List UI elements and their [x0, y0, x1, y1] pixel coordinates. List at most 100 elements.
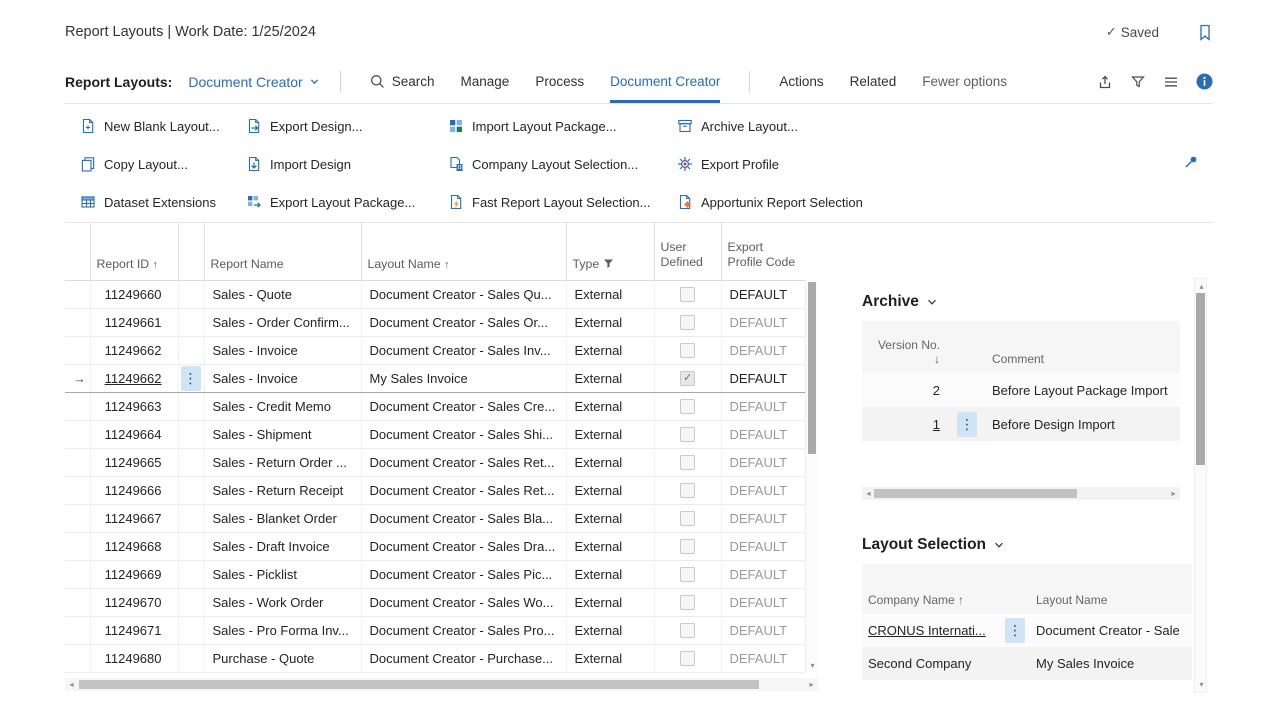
- archive-col-version[interactable]: Version No. ↓: [862, 338, 948, 366]
- table-row[interactable]: → 11249666 ⋮ Sales - Return Receipt Docu…: [65, 476, 805, 504]
- export-profile-code-cell[interactable]: DEFAULT: [721, 280, 805, 308]
- archive-row[interactable]: 2 ⋮ Before Layout Package Import: [862, 373, 1180, 407]
- menu-process[interactable]: Process: [535, 60, 584, 103]
- table-row[interactable]: → 11249669 ⋮ Sales - Picklist Document C…: [65, 560, 805, 588]
- list-view-icon[interactable]: [1163, 74, 1179, 90]
- menu-related[interactable]: Related: [850, 60, 897, 103]
- bookmark-icon[interactable]: [1197, 24, 1213, 41]
- layout-name-cell[interactable]: Document Creator - Sales Pic...: [361, 560, 566, 588]
- user-defined-checkbox[interactable]: ✓: [680, 595, 695, 610]
- view-selector[interactable]: Document Creator: [188, 74, 319, 90]
- report-id-cell[interactable]: 11249668: [90, 532, 178, 560]
- user-defined-checkbox[interactable]: ✓: [680, 567, 695, 582]
- report-id-cell[interactable]: 11249665: [90, 448, 178, 476]
- report-name-cell[interactable]: Sales - Credit Memo: [204, 392, 361, 420]
- layout-selection-section-heading[interactable]: Layout Selection: [862, 536, 1005, 554]
- search-button[interactable]: Search: [370, 60, 435, 103]
- col-user-defined[interactable]: User Defined: [654, 223, 721, 280]
- user-defined-cell[interactable]: ✓: [654, 420, 721, 448]
- layout-name-cell[interactable]: Document Creator - Sales Shi...: [361, 420, 566, 448]
- version-cell[interactable]: 2: [862, 383, 948, 398]
- report-name-cell[interactable]: Sales - Invoice: [204, 364, 361, 392]
- report-name-cell[interactable]: Sales - Blanket Order: [204, 504, 361, 532]
- share-icon[interactable]: [1097, 74, 1113, 90]
- company-name-cell[interactable]: CRONUS Internati...: [862, 623, 1000, 638]
- scroll-down-icon[interactable]: ▾: [806, 659, 819, 672]
- scrollbar-thumb[interactable]: [1196, 293, 1205, 465]
- scrollbar-thumb[interactable]: [79, 680, 759, 689]
- export-profile-code-cell[interactable]: DEFAULT: [721, 364, 805, 392]
- comment-cell[interactable]: Before Layout Package Import: [986, 383, 1180, 398]
- type-cell[interactable]: External: [566, 476, 654, 504]
- main-horizontal-scrollbar[interactable]: ◂ ▸: [65, 678, 818, 691]
- archive-layout-button[interactable]: Archive Layout...: [677, 117, 1213, 135]
- filter-icon[interactable]: [1130, 74, 1146, 90]
- export-profile-button[interactable]: Export Profile: [677, 155, 1213, 173]
- layout-name-cell[interactable]: Document Creator - Sales Cre...: [361, 392, 566, 420]
- layout-selection-col-layout[interactable]: Layout Name: [1030, 593, 1192, 607]
- export-profile-code-cell[interactable]: DEFAULT: [721, 560, 805, 588]
- fast-report-layout-selection-button[interactable]: Fast Report Layout Selection...: [448, 193, 677, 211]
- export-profile-code-cell[interactable]: DEFAULT: [721, 476, 805, 504]
- copy-layout-button[interactable]: Copy Layout...: [80, 155, 246, 173]
- report-name-cell[interactable]: Sales - Pro Forma Inv...: [204, 616, 361, 644]
- type-filter-icon[interactable]: [603, 258, 614, 269]
- dataset-extensions-button[interactable]: Dataset Extensions: [80, 193, 246, 211]
- report-id-cell[interactable]: 11249660: [90, 280, 178, 308]
- table-row[interactable]: → 11249671 ⋮ Sales - Pro Forma Inv... Do…: [65, 616, 805, 644]
- user-defined-checkbox[interactable]: ✓: [680, 455, 695, 470]
- report-id-cell[interactable]: 11249663: [90, 392, 178, 420]
- table-row[interactable]: → 11249680 ⋮ Purchase - Quote Document C…: [65, 644, 805, 672]
- report-name-cell[interactable]: Sales - Shipment: [204, 420, 361, 448]
- user-defined-cell[interactable]: ✓: [654, 560, 721, 588]
- row-menu-icon[interactable]: ⋮: [1005, 618, 1025, 643]
- menu-manage[interactable]: Manage: [461, 60, 510, 103]
- menu-document-creator[interactable]: Document Creator: [610, 60, 720, 103]
- user-defined-checkbox[interactable]: ✓: [680, 315, 695, 330]
- user-defined-cell[interactable]: ✓: [654, 532, 721, 560]
- report-name-cell[interactable]: Sales - Work Order: [204, 588, 361, 616]
- export-profile-code-cell[interactable]: DEFAULT: [721, 420, 805, 448]
- user-defined-checkbox[interactable]: ✓: [680, 623, 695, 638]
- user-defined-checkbox[interactable]: ✓: [680, 511, 695, 526]
- table-row[interactable]: → 11249667 ⋮ Sales - Blanket Order Docum…: [65, 504, 805, 532]
- layout-name-cell[interactable]: Document Creator - Sales Wo...: [361, 588, 566, 616]
- layout-selection-col-company[interactable]: Company Name ↑: [862, 593, 1000, 607]
- user-defined-checkbox[interactable]: ✓: [680, 287, 695, 302]
- archive-section-heading[interactable]: Archive: [862, 293, 938, 311]
- table-row[interactable]: → 11249670 ⋮ Sales - Work Order Document…: [65, 588, 805, 616]
- user-defined-cell[interactable]: ✓: [654, 504, 721, 532]
- type-cell[interactable]: External: [566, 364, 654, 392]
- user-defined-cell[interactable]: ✓: [654, 392, 721, 420]
- type-cell[interactable]: External: [566, 420, 654, 448]
- layout-name-cell[interactable]: Document Creator - Purchase...: [361, 644, 566, 672]
- export-profile-code-cell[interactable]: DEFAULT: [721, 308, 805, 336]
- user-defined-checkbox[interactable]: ✓: [680, 427, 695, 442]
- info-icon[interactable]: [1196, 73, 1213, 90]
- user-defined-checkbox[interactable]: ✓: [680, 399, 695, 414]
- report-id-cell[interactable]: 11249671: [90, 616, 178, 644]
- type-cell[interactable]: External: [566, 644, 654, 672]
- layout-name-cell[interactable]: Document Creator - Sales Dra...: [361, 532, 566, 560]
- report-id-cell[interactable]: 11249666: [90, 476, 178, 504]
- scrollbar-thumb[interactable]: [874, 489, 1077, 498]
- report-name-cell[interactable]: Sales - Return Receipt: [204, 476, 361, 504]
- layout-name-cell[interactable]: Document Creator - Sales Bla...: [361, 504, 566, 532]
- col-type[interactable]: Type: [566, 223, 654, 280]
- type-cell[interactable]: External: [566, 560, 654, 588]
- table-row[interactable]: → 11249660 ⋮ Sales - Quote Document Crea…: [65, 280, 805, 308]
- user-defined-cell[interactable]: ✓: [654, 364, 721, 392]
- export-profile-code-cell[interactable]: DEFAULT: [721, 588, 805, 616]
- table-row[interactable]: → 11249661 ⋮ Sales - Order Confirm... Do…: [65, 308, 805, 336]
- import-layout-package-button[interactable]: Import Layout Package...: [448, 117, 677, 135]
- user-defined-cell[interactable]: ✓: [654, 616, 721, 644]
- report-id-cell[interactable]: 11249662: [90, 336, 178, 364]
- layout-name-cell[interactable]: My Sales Invoice: [361, 364, 566, 392]
- table-row[interactable]: → 11249662 ⋮ Sales - Invoice My Sales In…: [65, 364, 805, 392]
- user-defined-checkbox[interactable]: ✓: [680, 371, 695, 386]
- pin-icon[interactable]: [1183, 154, 1199, 170]
- new-blank-layout-button[interactable]: New Blank Layout...: [80, 117, 246, 135]
- user-defined-cell[interactable]: ✓: [654, 476, 721, 504]
- archive-row[interactable]: 1 ⋮ Before Design Import: [862, 407, 1180, 441]
- company-layout-selection-button[interactable]: Company Layout Selection...: [448, 155, 677, 173]
